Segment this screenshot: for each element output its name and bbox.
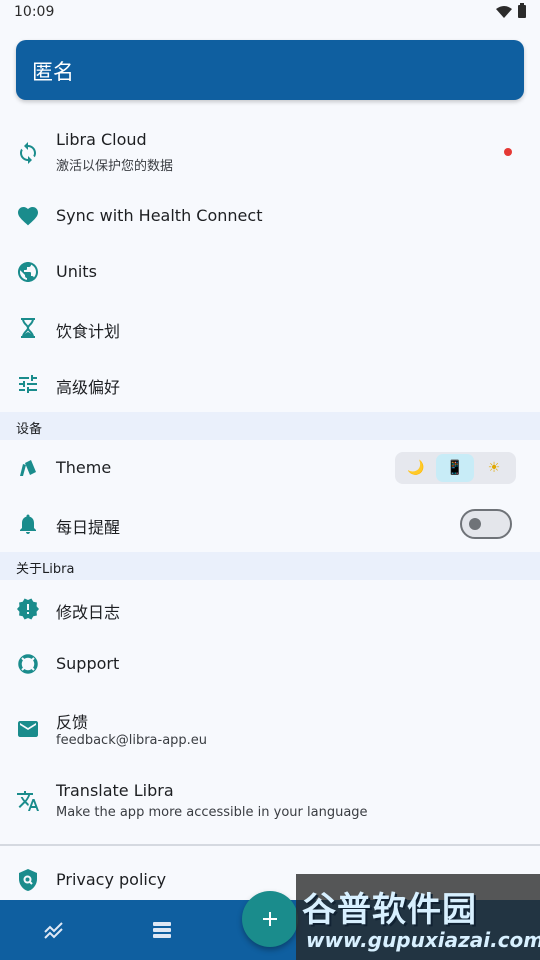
list-icon[interactable] (150, 918, 174, 942)
translate-subtitle: Make the app more accessible in your lan… (56, 805, 368, 820)
theme-title: Theme (56, 458, 112, 477)
health-connect-title: Sync with Health Connect (56, 206, 263, 225)
section-device-label: 设备 (16, 422, 43, 437)
feedback-title: 反馈 (56, 713, 89, 732)
menu-item-daily-reminder: 每日提醒 (0, 504, 540, 544)
theme-option-dark[interactable]: 🌙 (397, 454, 435, 482)
libra-cloud-subtitle: 激活以保护您的数据 (56, 159, 174, 174)
translate-icon (16, 789, 40, 813)
menu-item-libra-cloud[interactable]: Libra Cloud 激活以保护您的数据 (0, 124, 540, 182)
watermark-brand: 谷普软件园 (302, 890, 477, 930)
section-header-device: 设备 (0, 412, 540, 440)
battery-icon (518, 3, 526, 18)
menu-item-diet-plan[interactable]: 饮食计划 (0, 308, 540, 348)
plus-icon (263, 912, 277, 926)
menu-item-health-connect[interactable]: Sync with Health Connect (0, 196, 540, 236)
section-header-about: 关于Libra (0, 552, 540, 580)
translate-title: Translate Libra (56, 781, 174, 800)
status-bar: 10:09 (0, 0, 540, 26)
daily-reminder-title: 每日提醒 (56, 518, 121, 537)
add-entry-button[interactable] (242, 891, 298, 947)
profile-card[interactable]: 匿名 (16, 40, 524, 100)
sync-icon (16, 141, 40, 165)
watermark-url: www.gupuxiazai.com (306, 928, 540, 952)
menu-item-translate[interactable]: Translate Libra Make the app more access… (0, 775, 540, 829)
palette-icon (16, 456, 40, 480)
tune-icon (16, 372, 40, 396)
menu-item-changelog[interactable]: 修改日志 (0, 589, 540, 629)
toggle-knob (469, 518, 481, 530)
status-time: 10:09 (14, 4, 55, 20)
heart-icon (16, 204, 40, 228)
hourglass-icon (16, 316, 40, 340)
menu-item-feedback[interactable]: 反馈 feedback@libra-app.eu (0, 703, 540, 757)
mail-icon (16, 717, 40, 741)
shield-icon (16, 868, 40, 892)
feedback-email: feedback@libra-app.eu (56, 733, 208, 748)
wifi-icon (496, 5, 512, 18)
status-icons (496, 3, 526, 18)
watermark-overlay: 谷普软件园 www.gupuxiazai.com (296, 874, 540, 960)
new-releases-icon (16, 597, 40, 621)
changelog-title: 修改日志 (56, 603, 121, 622)
globe-icon (16, 260, 40, 284)
daily-reminder-toggle[interactable] (460, 509, 512, 539)
theme-option-system[interactable]: 📱 (436, 454, 474, 482)
bell-icon (16, 512, 40, 536)
trend-icon[interactable] (42, 918, 66, 942)
profile-name: 匿名 (32, 60, 74, 84)
units-title: Units (56, 262, 97, 281)
support-title: Support (56, 654, 120, 673)
section-about-label: 关于Libra (16, 562, 75, 577)
menu-item-advanced-preferences[interactable]: 高级偏好 (0, 364, 540, 404)
lifebuoy-icon (16, 652, 40, 676)
menu-item-units[interactable]: Units (0, 252, 540, 292)
advanced-preferences-title: 高级偏好 (56, 378, 121, 397)
notification-dot (504, 148, 512, 156)
diet-plan-title: 饮食计划 (56, 322, 121, 341)
theme-option-light[interactable]: ☀ (475, 454, 513, 482)
menu-item-support[interactable]: Support (0, 644, 540, 684)
theme-selector[interactable]: 🌙 📱 ☀ (395, 452, 516, 484)
libra-cloud-title: Libra Cloud (56, 130, 147, 149)
divider (0, 844, 540, 846)
privacy-policy-title: Privacy policy (56, 870, 167, 889)
